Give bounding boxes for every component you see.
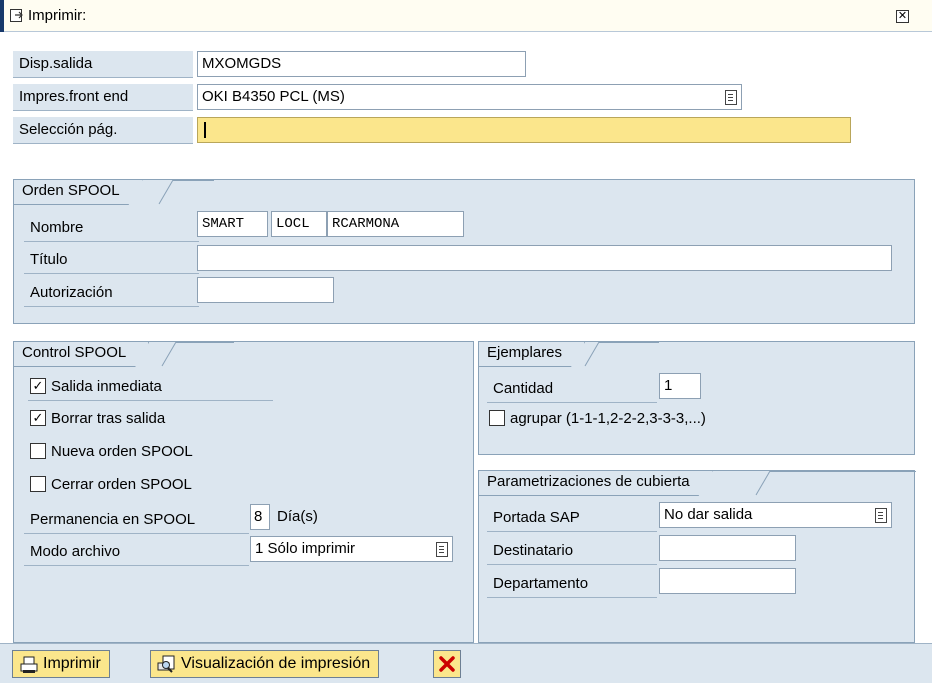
visualizacion-impresion-button[interactable]: Visualización de impresión [150,650,380,678]
borrar-tras-salida-label: Borrar tras salida [51,410,166,427]
value-help-icon[interactable] [436,542,448,557]
imprimir-label: Imprimir [43,655,101,672]
nombre-part3-field[interactable]: RCARMONA [327,211,464,237]
portada-sap-dropdown[interactable]: No dar salida [659,502,892,528]
cerrar-orden-row[interactable]: Cerrar orden SPOOL [30,474,275,498]
agrupar-row[interactable]: agrupar (1-1-1,2-2-2,3-3-3,...) [489,408,789,432]
seleccion-pag-label: Selección pág. [13,117,193,144]
orden-spool-group: Orden SPOOL Nombre SMART LOCL RCARMONA T… [13,179,915,324]
permanencia-unit: Día(s) [277,508,318,525]
salida-inmediata-checkbox[interactable]: ✓ [30,378,46,394]
autorizacion-label: Autorización [24,280,199,307]
group-tab-edge [161,342,234,367]
salida-inmediata-row[interactable]: ✓ Salida inmediata [30,376,275,400]
titulo-label: Título [24,247,199,274]
nueva-orden-row[interactable]: Nueva orden SPOOL [30,441,275,465]
nombre-label: Nombre [24,215,199,242]
control-spool-group: Control SPOOL ✓ Salida inmediata ✓ Borra… [13,341,474,643]
printer-icon [20,656,38,673]
disp-salida-label: Disp.salida [13,51,193,78]
departamento-label: Departamento [487,571,657,598]
button-bar: Imprimir Visualización de impresión [0,643,932,683]
departamento-field[interactable] [659,568,796,594]
imprimir-button[interactable]: Imprimir [12,650,110,678]
visualizacion-label: Visualización de impresión [181,655,371,672]
title-accent [0,0,4,32]
group-tab-edge [158,180,214,205]
destinatario-field[interactable] [659,535,796,561]
modo-archivo-dropdown[interactable]: 1 Sólo imprimir [250,536,453,562]
window-title: Imprimir: [28,7,87,24]
portada-sap-label: Portada SAP [487,505,657,532]
impres-front-end-label: Impres.front end [13,84,193,111]
salida-inmediata-label: Salida inmediata [51,378,162,395]
cantidad-label: Cantidad [487,376,657,403]
cantidad-field[interactable]: 1 [659,373,701,399]
close-icon[interactable]: ✕ [896,10,909,23]
nueva-orden-label: Nueva orden SPOOL [51,443,193,460]
nombre-part2-field[interactable]: LOCL [271,211,327,237]
text-cursor [204,122,206,139]
value-help-icon[interactable] [875,508,887,523]
cerrar-orden-checkbox[interactable] [30,476,46,492]
modo-archivo-label: Modo archivo [24,539,249,566]
cubierta-group: Parametrizaciones de cubierta Portada SA… [478,470,916,643]
agrupar-checkbox[interactable] [489,410,505,426]
titulo-field[interactable] [197,245,892,271]
print-preview-icon [157,655,175,673]
cancel-x-icon [439,656,455,672]
nombre-part1-field[interactable]: SMART [197,211,268,237]
borrar-tras-salida-row[interactable]: ✓ Borrar tras salida [30,408,275,432]
permanencia-label: Permanencia en SPOOL [24,507,249,534]
value-help-icon[interactable] [725,90,737,105]
agrupar-label: agrupar (1-1-1,2-2-2,3-3-3,...) [510,410,706,427]
cerrar-orden-label: Cerrar orden SPOOL [51,476,192,493]
group-tab-edge [755,471,916,496]
autorizacion-field[interactable] [197,277,334,303]
destinatario-label: Destinatario [487,538,657,565]
portada-sap-value: No dar salida [664,506,753,523]
print-dialog-icon [10,9,24,23]
dialog-body: Disp.salida MXOMGDS Impres.front end OKI… [0,32,932,643]
ejemplares-group: Ejemplares Cantidad 1 agrupar (1-1-1,2-2… [478,341,915,455]
nueva-orden-checkbox[interactable] [30,443,46,459]
title-bar: Imprimir: ✕ [0,0,932,32]
group-tab-edge [584,342,659,367]
impres-front-end-field[interactable]: OKI B4350 PCL (MS) [197,84,742,110]
cancel-button[interactable] [433,650,461,678]
seleccion-pag-field[interactable] [197,117,851,143]
disp-salida-field[interactable]: MXOMGDS [197,51,526,77]
modo-archivo-value: 1 Sólo imprimir [255,540,356,557]
permanencia-field[interactable]: 8 [250,504,270,530]
impres-front-end-value: OKI B4350 PCL (MS) [202,88,345,105]
borrar-tras-salida-checkbox[interactable]: ✓ [30,410,46,426]
divider [28,400,273,401]
